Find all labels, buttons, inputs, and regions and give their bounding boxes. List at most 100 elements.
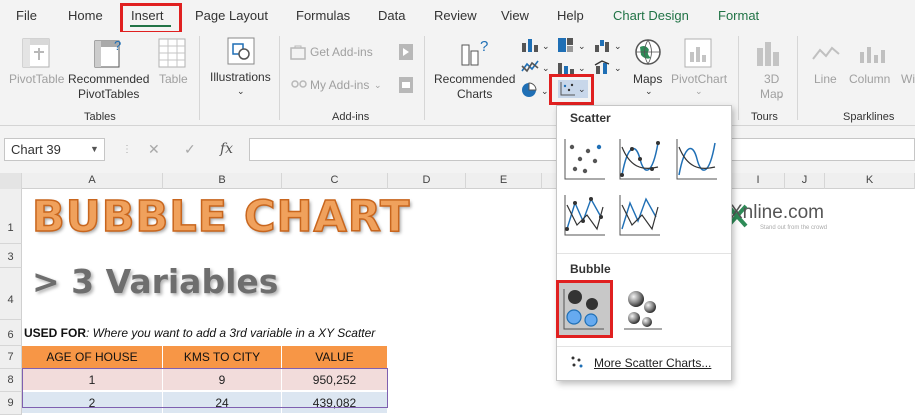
column-chart-icon[interactable]: ⌄ [521,37,551,53]
group-addins: Add-ins [332,111,370,123]
bubble-chart-icon[interactable] [562,287,606,331]
scatter-straight-lines-icon[interactable] [618,193,662,237]
divider [279,36,280,120]
waterfall-chart-icon[interactable]: ⌄ [594,37,624,53]
svg-text:⌄: ⌄ [614,63,622,73]
select-all-corner[interactable] [0,173,22,189]
recommended-charts-icon[interactable]: ? [460,37,492,67]
column-header-b[interactable]: B [163,173,282,189]
scatter-smooth-markers-icon[interactable] [618,137,662,181]
scatter-markers-icon[interactable] [563,137,607,181]
pivottable-icon[interactable] [22,38,50,68]
line-chart-icon[interactable]: ⌄ [521,59,551,75]
table-icon[interactable] [158,38,186,68]
3d-map-icon[interactable] [753,38,781,68]
enter-icon[interactable]: ✓ [184,141,196,158]
row-header-1[interactable]: 1 [0,189,22,244]
globe-icon[interactable] [634,38,662,66]
illustrations-label: Illustrations [210,70,271,84]
sheet-title: BUBBLE CHART [31,191,411,243]
sheet-subtitle: > 3 Variables [32,262,279,301]
column-header-c[interactable]: C [282,173,388,189]
column-header-a[interactable]: A [22,173,163,189]
column-header-k[interactable]: K [825,173,915,189]
column-header-d[interactable]: D [388,173,466,189]
pie-chart-icon[interactable]: ⌄ [521,82,551,98]
chart-data-range-selection [22,368,388,408]
tab-review[interactable]: Review [434,8,477,23]
scatter-button-highlight [549,74,594,105]
people-graph-icon[interactable] [398,76,414,94]
illustrations-icon[interactable] [226,36,256,66]
3d-bubble-chart-icon[interactable] [620,287,664,331]
group-sparklines: Sparklines [843,111,895,123]
chevron-down-icon: ⌄ [374,80,382,90]
tab-file[interactable]: File [16,8,37,23]
column-header-i[interactable]: I [732,173,785,189]
logo-tagline: Stand out from the crowd [760,225,828,231]
svg-text:⌄: ⌄ [578,63,586,73]
chevron-down-icon: ⌄ [695,86,703,96]
recommended-pivottables-icon[interactable]: ? [94,38,124,68]
tab-format[interactable]: Format [718,8,759,23]
svg-text:⌄: ⌄ [542,41,550,51]
cancel-icon[interactable]: ✕ [148,141,160,158]
insert-tab-highlight [120,3,182,34]
hierarchy-chart-icon[interactable]: ⌄ [557,37,587,53]
combo-chart-icon[interactable]: ⌄ [594,59,624,75]
chevron-down-icon: ⌄ [645,86,653,96]
pivotchart-icon[interactable] [683,38,713,68]
sparkline-winloss-label[interactable]: Wi [901,72,915,87]
sparkline-line-icon[interactable] [812,44,840,64]
sparkline-line-label: Line [814,72,837,86]
row-header-3[interactable]: 3 [0,244,22,268]
scatter-straight-markers-icon[interactable] [563,193,607,237]
svg-text:?: ? [114,38,121,53]
tab-view[interactable]: View [501,8,529,23]
column-header-j[interactable]: J [785,173,825,189]
divider [797,36,798,120]
row-header-8[interactable]: 8 [0,369,22,392]
my-addins-button[interactable]: My Add-ins [310,78,369,93]
row-header-9[interactable]: 9 [0,392,22,415]
fx-icon[interactable]: fx [220,141,233,157]
addins-icon [291,80,307,88]
chevron-down-icon[interactable]: ▼ [90,144,99,154]
tab-help[interactable]: Help [557,8,584,23]
divider [424,36,425,120]
get-addins-button[interactable]: Get Add-ins [310,45,373,60]
used-for-note: USED FOR: Where you want to add a 3rd va… [24,326,376,340]
bing-icon[interactable] [398,43,414,61]
scatter-heading: Scatter [570,111,611,125]
table-header-value[interactable]: VALUE [282,346,388,368]
group-tables: Tables [84,111,116,123]
table-header-age[interactable]: AGE OF HOUSE [22,346,163,368]
tab-data[interactable]: Data [378,8,405,23]
store-icon [290,45,306,60]
logo-text: Xnline.com [730,202,824,223]
group-tours: Tours [751,111,778,123]
sparkline-column-icon[interactable] [858,44,886,64]
svg-text:⌄: ⌄ [578,41,586,51]
svg-text:?: ? [480,38,488,55]
svg-text:⌄: ⌄ [541,86,549,96]
scatter-smooth-lines-icon[interactable] [675,137,719,181]
tab-page-layout[interactable]: Page Layout [195,8,268,23]
row-header-7[interactable]: 7 [0,346,22,369]
chevron-down-icon: ⌄ [776,90,784,100]
scatter-more-icon [571,356,583,368]
svg-text:⌄: ⌄ [542,63,550,73]
sparkline-column-label: Column [849,72,891,86]
tab-formulas[interactable]: Formulas [296,8,350,23]
tab-chart-design[interactable]: Chart Design [613,8,689,23]
more-scatter-charts-link[interactable]: More Scatter Charts... [594,356,711,370]
row-header-4[interactable]: 4 [0,268,22,320]
column-header-e[interactable]: E [466,173,542,189]
row-header-6[interactable]: 6 [0,320,22,346]
pivottable-label: PivotTable [9,72,65,86]
tab-home[interactable]: Home [68,8,103,23]
statistic-chart-icon[interactable]: ⌄ [557,59,587,75]
chevron-down-icon: ⌄ [237,86,245,96]
recommended-pivottables-label: Recommended PivotTables [68,72,150,101]
table-header-kms[interactable]: KMS TO CITY [163,346,282,368]
